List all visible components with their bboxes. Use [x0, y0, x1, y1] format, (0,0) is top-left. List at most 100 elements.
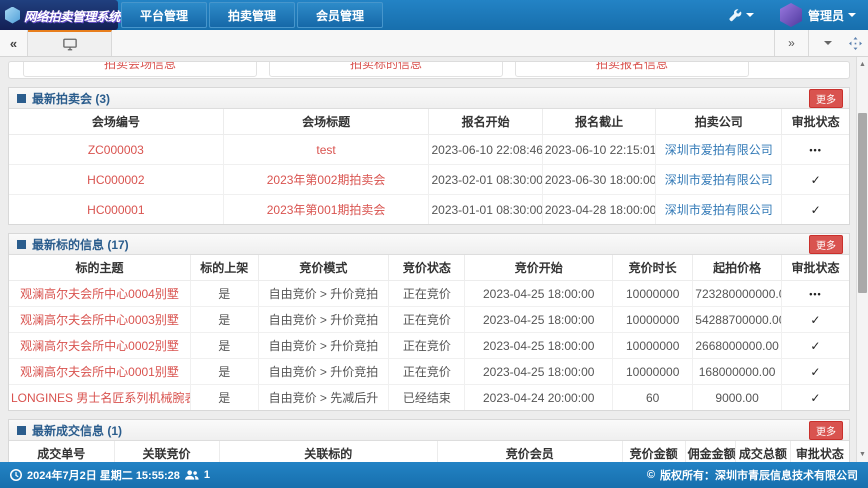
wrench-icon	[729, 8, 742, 22]
column-header: 审批状态	[780, 255, 849, 281]
chevron-down-icon	[848, 13, 856, 17]
table-cell: 10000000	[612, 306, 694, 333]
shortcut-panel: 拍卖会场信息 拍卖标的信息 拍卖报名信息	[8, 61, 850, 79]
column-header: 关联标的	[218, 441, 438, 462]
shortcut-row: 拍卖会场信息 拍卖标的信息 拍卖报名信息	[23, 62, 749, 77]
table-cell: 2023-06-10 22:15:01	[541, 134, 657, 165]
tab-home[interactable]	[28, 30, 112, 56]
column-header: 审批状态	[789, 441, 849, 462]
cell-link[interactable]: test	[222, 134, 430, 165]
column-header: 成交单号	[9, 441, 115, 462]
scroll-down-arrow[interactable]: ▼	[857, 451, 868, 458]
table-cell: 10000000	[612, 332, 694, 359]
cell-link[interactable]: 观澜高尔夫会所中心0004别墅	[9, 280, 191, 307]
column-header: 会场编号	[9, 109, 224, 135]
column-header: 报名开始	[428, 109, 543, 135]
cell-link[interactable]: 深圳市爱拍有限公司	[655, 164, 783, 195]
cell-link[interactable]: 2023年第001期拍卖会	[222, 194, 430, 224]
section-title: 最新拍卖会 (3)	[32, 91, 111, 106]
cell-link[interactable]: ZC000003	[9, 134, 224, 165]
section-header: 最新拍卖会 (3) 更多	[9, 88, 849, 109]
table-cell: •••	[780, 280, 849, 307]
tabs-move-icon[interactable]	[842, 30, 868, 56]
tabs-list-button[interactable]	[808, 30, 842, 56]
shortcut-link[interactable]: 拍卖报名信息	[515, 62, 749, 77]
menu-item[interactable]: 会员管理	[297, 2, 384, 28]
main-area: 拍卖会场信息 拍卖标的信息 拍卖报名信息 最新拍卖会 (3) 更多 会场编号 会场标题…	[0, 57, 868, 462]
cell-link[interactable]: 观澜高尔夫会所中心0003别墅	[9, 306, 191, 333]
column-header: 关联竞价	[113, 441, 220, 462]
table-cell: 是	[190, 306, 259, 333]
table-cell: 2023-06-30 18:00:00	[541, 164, 657, 195]
top-navbar: 网络拍卖管理系统 平台管理 拍卖管理 会员管理 管理员	[0, 0, 868, 30]
content-scrollbar[interactable]: ▲ ▼	[856, 57, 868, 462]
admin-menu-button[interactable]: 管理员	[808, 7, 856, 24]
scroll-up-arrow[interactable]: ▲	[857, 61, 868, 68]
logo-hexagon-icon	[5, 6, 20, 24]
auctions-table: 会场编号 会场标题 报名开始 报名截止 拍卖公司 审批状态 ZC000003 test 2023…	[9, 109, 849, 224]
table-row: 观澜高尔夫会所中心0001别墅是自由竞价 > 升价竞拍 正在竞价 2023-04-2…	[9, 358, 849, 385]
table-cell: 60	[612, 384, 694, 410]
section-latest-auctions: 最新拍卖会 (3) 更多 会场编号 会场标题 报名开始 报名截止 拍卖公司 审批状态 ZC0…	[8, 87, 850, 225]
table-cell: 10000000	[612, 280, 694, 307]
table-cell: 正在竞价	[388, 306, 466, 333]
table-cell: 2023-04-25 18:00:00	[464, 280, 614, 307]
tab-bar: « »	[0, 30, 868, 57]
table-header-row: 会场编号 会场标题 报名开始 报名截止 拍卖公司 审批状态	[9, 109, 849, 135]
column-header: 竞价模式	[257, 255, 390, 281]
table-cell: 是	[190, 332, 259, 359]
app-logo: 网络拍卖管理系统	[0, 0, 121, 30]
cell-link[interactable]: 深圳市爱拍有限公司	[655, 134, 783, 165]
cell-link[interactable]: 深圳市爱拍有限公司	[655, 194, 783, 224]
table-row: 观澜高尔夫会所中心0002别墅是自由竞价 > 升价竞拍 正在竞价 2023-04-2…	[9, 332, 849, 359]
table-cell: ✓	[781, 194, 849, 224]
cell-link[interactable]: 2023年第002期拍卖会	[222, 164, 430, 195]
chevron-down-icon	[745, 13, 754, 17]
cell-link[interactable]: HC000002	[9, 164, 224, 195]
status-right: © 版权所有：深圳市青辰信息技术有限公司	[647, 467, 858, 483]
lots-table: 标的主题 标的上架 竞价模式 竞价状态 竞价开始 竞价时长 起拍价格 审批状态 观澜高尔夫会所中…	[9, 255, 849, 410]
section-title: 最新标的信息 (17)	[32, 237, 129, 252]
column-header: 竞价开始	[464, 255, 614, 281]
table-cell: 是	[190, 280, 259, 307]
table-row: 观澜高尔夫会所中心0003别墅是自由竞价 > 升价竞拍 正在竞价 2023-04-2…	[9, 306, 849, 333]
user-avatar[interactable]	[779, 3, 802, 27]
status-datetime: 2024年7月2日 星期二 15:55:28	[27, 470, 180, 482]
menu-item[interactable]: 拍卖管理	[209, 2, 296, 28]
scrollbar-thumb[interactable]	[858, 113, 867, 293]
table-cell: 10000000	[612, 358, 694, 385]
table-cell: 正在竞价	[388, 332, 466, 359]
menu-item[interactable]: 平台管理	[121, 2, 208, 28]
more-button[interactable]: 更多	[809, 420, 843, 440]
table-cell: ✓	[780, 306, 849, 333]
table-cell: 723280000000.00	[692, 280, 782, 307]
table-cell: 2668000000.00	[692, 332, 782, 359]
column-header: 竞价金额	[621, 441, 686, 462]
section-title: 最新成交信息 (1)	[32, 423, 123, 438]
section-header: 最新成交信息 (1) 更多	[9, 420, 849, 441]
tools-wrench-button[interactable]	[729, 8, 754, 22]
cell-link[interactable]: LONGINES 男士名匠系列机械腕表	[9, 384, 191, 410]
content-area: 拍卖会场信息 拍卖标的信息 拍卖报名信息 最新拍卖会 (3) 更多 会场编号 会场标题…	[0, 57, 856, 462]
cell-link[interactable]: 观澜高尔夫会所中心0002别墅	[9, 332, 191, 359]
more-button[interactable]: 更多	[809, 234, 843, 254]
table-cell: 是	[190, 358, 259, 385]
more-button[interactable]: 更多	[809, 88, 843, 108]
shortcut-link[interactable]: 拍卖会场信息	[23, 62, 257, 77]
column-header: 标的主题	[9, 255, 191, 281]
table-cell: 自由竞价 > 升价竞拍	[257, 280, 390, 307]
status-left: 2024年7月2日 星期二 15:55:28 1	[10, 467, 210, 483]
cell-link[interactable]: HC000001	[9, 194, 224, 224]
section-latest-lots: 最新标的信息 (17) 更多 标的主题 标的上架 竞价模式 竞价状态 竞价开始 竞价时长起…	[8, 233, 850, 411]
table-cell: 自由竞价 > 先减后升	[257, 384, 390, 410]
table-cell: 2023-06-10 22:08:46	[428, 134, 543, 165]
section-square-icon	[17, 425, 26, 435]
tabs-scroll-right-button[interactable]: »	[774, 30, 808, 56]
table-cell: 自由竞价 > 升价竞拍	[257, 332, 390, 359]
table-cell: 正在竞价	[388, 358, 466, 385]
tabs-scroll-left-button[interactable]: «	[0, 30, 28, 56]
shortcut-link[interactable]: 拍卖标的信息	[269, 62, 503, 77]
table-header-row: 成交单号 关联竞价 关联标的 竞价会员 竞价金额 佣金金额 成交总额 审批状态	[9, 441, 849, 462]
table-row: LONGINES 男士名匠系列机械腕表是自由竞价 > 先减后升 已经结束 2023-…	[9, 384, 849, 410]
cell-link[interactable]: 观澜高尔夫会所中心0001别墅	[9, 358, 191, 385]
